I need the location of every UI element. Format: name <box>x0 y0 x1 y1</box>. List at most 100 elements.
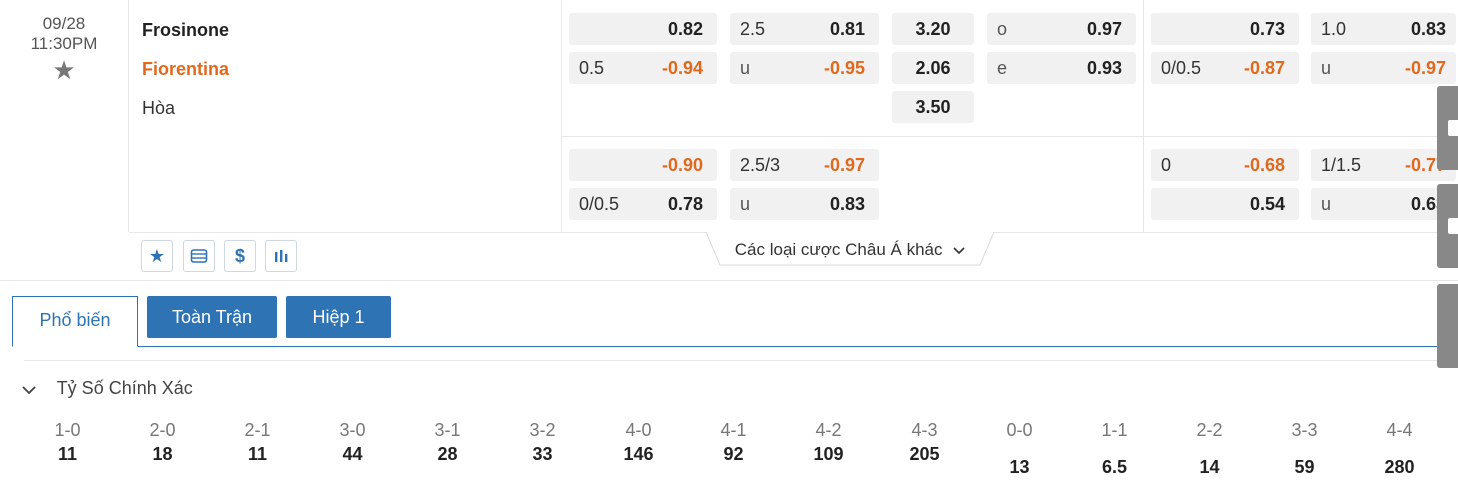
odds-cell-h1-hdp2-away[interactable]: 0.54 <box>1151 188 1299 220</box>
tab-popular[interactable]: Phổ biến <box>12 296 138 347</box>
odds-cell-ft-ou2-under[interactable]: u 0.83 <box>730 188 879 220</box>
score-odds: 13 <box>1009 457 1030 477</box>
odds-cell-h1-ou-under[interactable]: u -0.97 <box>1311 52 1456 84</box>
tab-half-1[interactable]: Hiệp 1 <box>286 296 391 338</box>
favorite-star-icon[interactable]: ★ <box>141 240 173 272</box>
tab-full-time[interactable]: Toàn Trận <box>147 296 277 338</box>
score-odds: 14 <box>1199 457 1220 477</box>
odds-value: -0.97 <box>1404 58 1446 78</box>
score-label: 1-1 <box>1101 420 1128 440</box>
odds-cell-ft-hdp2-home[interactable]: -0.90 <box>569 149 717 181</box>
divider <box>24 360 1458 361</box>
divider <box>562 136 1458 137</box>
score-odds: 280 <box>1384 457 1415 477</box>
away-team-name[interactable]: Fiorentina <box>142 58 229 80</box>
odds-value: 2.06 <box>915 58 951 78</box>
correct-score-item[interactable]: 1-0 11 <box>20 418 115 466</box>
odds-cell-ft-hdp2-away[interactable]: 0/0.5 0.78 <box>569 188 717 220</box>
score-label: 3-1 <box>434 420 461 440</box>
odds-value: -0.90 <box>661 155 703 175</box>
correct-score-item[interactable]: 2-1 11 <box>210 418 305 466</box>
score-odds: 59 <box>1294 457 1315 477</box>
correct-score-item[interactable]: 3-3 59 <box>1257 418 1352 479</box>
correct-score-item[interactable]: 4-0 146 <box>591 418 686 466</box>
odds-cell-h1-hdp2-home[interactable]: 0 -0.68 <box>1151 149 1299 181</box>
score-label: 1-0 <box>54 420 81 440</box>
divider <box>561 0 562 232</box>
odds-cell-ft-ou-under[interactable]: u -0.95 <box>730 52 879 84</box>
score-label: 4-3 <box>911 420 938 440</box>
odds-cell-ft-ou2-over[interactable]: 2.5/3 -0.97 <box>730 149 879 181</box>
home-team-name[interactable]: Frosinone <box>142 19 229 41</box>
odds-value: 0.83 <box>829 194 865 214</box>
score-label: 3-0 <box>339 420 366 440</box>
score-odds: 33 <box>532 444 553 464</box>
score-label: 2-0 <box>149 420 176 440</box>
odds-value: 0.82 <box>667 19 703 39</box>
odds-value: 0.93 <box>1086 58 1122 78</box>
correct-score-item[interactable]: 1-1 6.5 <box>1067 418 1162 479</box>
tabs-underline <box>12 346 1458 347</box>
side-panel-tab[interactable] <box>1437 184 1458 268</box>
correct-score-item[interactable]: 2-0 18 <box>115 418 210 466</box>
side-panel-tab[interactable] <box>1437 86 1458 170</box>
odds-cell-1x2-away[interactable]: 2.06 <box>892 52 974 84</box>
odds-value: -0.68 <box>1243 155 1285 175</box>
more-asian-bets-button[interactable]: Các loại cược Châu Á khác <box>706 232 994 266</box>
correct-score-item[interactable]: 4-1 92 <box>686 418 781 466</box>
odds-cell-ft-hdp-away[interactable]: 0.5 -0.94 <box>569 52 717 84</box>
odds-cell-h1-hdp-home[interactable]: 0.73 <box>1151 13 1299 45</box>
score-odds: 11 <box>247 444 268 464</box>
star-icon[interactable]: ★ <box>0 56 128 84</box>
odds-value: -0.95 <box>823 58 865 78</box>
correct-score-item[interactable]: 3-2 33 <box>495 418 590 466</box>
odds-value: -0.97 <box>823 155 865 175</box>
odds-cell-h1-ou2-under[interactable]: u 0.63 <box>1311 188 1456 220</box>
correct-score-item[interactable]: 2-2 14 <box>1162 418 1257 479</box>
correct-score-item[interactable]: 4-4 280 <box>1352 418 1447 479</box>
section-title: Tỷ Số Chính Xác <box>56 378 193 398</box>
odds-cell-1x2-home[interactable]: 3.20 <box>892 13 974 45</box>
odds-cell-h1-ou2-over[interactable]: 1/1.5 -0.77 <box>1311 149 1456 181</box>
odds-cell-ft-ou-over[interactable]: 2.5 0.81 <box>730 13 879 45</box>
odds-cell-even[interactable]: e 0.93 <box>987 52 1136 84</box>
score-odds: 11 <box>57 444 78 464</box>
chevron-down-icon <box>22 379 38 400</box>
odds-cell-1x2-draw[interactable]: 3.50 <box>892 91 974 123</box>
score-label: 3-3 <box>1291 420 1318 440</box>
odds-cell-odd[interactable]: o 0.97 <box>987 13 1136 45</box>
correct-score-item[interactable]: 4-3 205 <box>877 418 972 466</box>
side-panel-tab[interactable] <box>1437 284 1458 368</box>
odds-value: 3.20 <box>915 19 951 39</box>
score-odds: 6.5 <box>1101 457 1128 477</box>
correct-score-item[interactable]: 4-2 109 <box>781 418 876 466</box>
odds-value: 0.97 <box>1086 19 1122 39</box>
score-label: 4-4 <box>1386 420 1413 440</box>
odds-cell-h1-hdp-away[interactable]: 0/0.5 -0.87 <box>1151 52 1299 84</box>
odds-value: 0.78 <box>667 194 703 214</box>
correct-score-item[interactable]: 3-0 44 <box>305 418 400 466</box>
dollar-icon[interactable]: $ <box>224 240 256 272</box>
correct-score-header[interactable]: Tỷ Số Chính Xác <box>22 378 193 400</box>
correct-score-item[interactable]: 0-0 13 <box>972 418 1067 479</box>
score-odds: 109 <box>813 444 844 464</box>
match-time-column: 09/28 11:30PM ★ <box>0 0 129 232</box>
chevron-down-icon <box>953 240 965 260</box>
score-label: 4-2 <box>815 420 842 440</box>
ticket-icon[interactable] <box>183 240 215 272</box>
draw-label: Hòa <box>142 98 176 118</box>
score-odds: 205 <box>909 444 940 464</box>
divider <box>1143 0 1144 232</box>
odds-cell-ft-hdp-home[interactable]: 0.82 <box>569 13 717 45</box>
score-odds: 28 <box>437 444 458 464</box>
score-odds: 146 <box>623 444 654 464</box>
score-label: 3-2 <box>529 420 556 440</box>
match-time: 11:30PM <box>30 34 98 53</box>
stats-bars-icon[interactable] <box>265 240 297 272</box>
odds-value: 0.73 <box>1249 19 1285 39</box>
score-label: 4-0 <box>625 420 652 440</box>
match-row: 09/28 11:30PM ★ Frosinone Fiorentina Hòa… <box>0 0 1458 281</box>
correct-score-item[interactable]: 3-1 28 <box>400 418 495 466</box>
more-bets-label: Các loại cược Châu Á khác <box>734 240 943 259</box>
odds-cell-h1-ou-over[interactable]: 1.0 0.83 <box>1311 13 1456 45</box>
